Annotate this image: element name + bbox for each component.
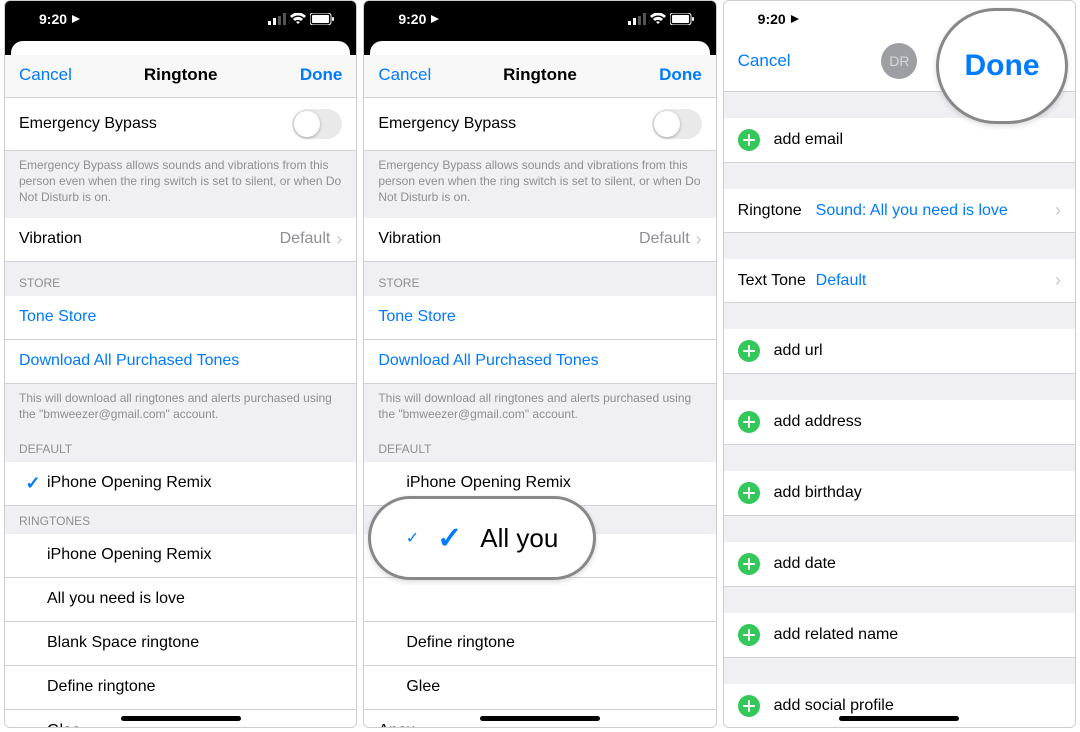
add-icon (738, 129, 760, 151)
ringtone-row[interactable]: Blank Space ringtone (5, 622, 356, 666)
done-button[interactable]: Done (282, 65, 342, 85)
checkmark-icon: ✓ (25, 473, 40, 494)
emergency-bypass-label: Emergency Bypass (19, 115, 292, 133)
ringtone-row[interactable]: iPhone Opening Remix (5, 534, 356, 578)
status-time: 9:20 (39, 11, 81, 27)
status-bar: 9:20 (5, 1, 356, 33)
checkmark-icon: ✓ (437, 521, 462, 556)
status-time: 9:20 (758, 11, 800, 27)
ringtone-row[interactable]: Define ringtone (364, 622, 715, 666)
vibration-row[interactable]: Vibration Default › (364, 218, 715, 262)
status-icons (268, 13, 334, 25)
add-related-row[interactable]: add related name (724, 613, 1075, 658)
tone-store-row[interactable]: Tone Store (364, 296, 715, 340)
cancel-button[interactable]: Cancel (738, 51, 798, 71)
store-footer: This will download all ringtones and ale… (364, 384, 715, 434)
default-header: DEFAULT (5, 434, 356, 462)
download-tones-row[interactable]: Download All Purchased Tones (5, 340, 356, 384)
add-icon (738, 695, 760, 717)
home-indicator (839, 716, 959, 721)
download-tones-row[interactable]: Download All Purchased Tones (364, 340, 715, 384)
toggle-off[interactable] (292, 109, 342, 139)
status-time: 9:20 (398, 11, 440, 27)
cancel-button[interactable]: Cancel (378, 65, 438, 85)
ringtone-row[interactable]: Ringtone Sound: All you need is love › (724, 189, 1075, 233)
store-header: STORE (364, 262, 715, 296)
add-email-row[interactable]: add email (724, 118, 1075, 163)
add-url-row[interactable]: add url (724, 329, 1075, 374)
home-indicator (121, 716, 241, 721)
nav-title: Ringtone (79, 65, 282, 85)
ringtone-row[interactable]: Define ringtone (5, 666, 356, 710)
texttone-row[interactable]: Text Tone Default › (724, 259, 1075, 303)
status-bar: 9:20 (364, 1, 715, 33)
chevron-right-icon: › (336, 229, 342, 250)
chevron-right-icon: › (1055, 270, 1061, 291)
add-icon (738, 482, 760, 504)
toggle-off[interactable] (652, 109, 702, 139)
phone-ringtone-selected: 9:20 Cancel Ringtone Done Emergency Bypa… (363, 0, 716, 728)
ringtone-row[interactable]: All you need is love (5, 578, 356, 622)
ringtone-row[interactable]: Glee (364, 666, 715, 710)
add-date-row[interactable]: add date (724, 542, 1075, 587)
nav-title: Ringtone (438, 65, 641, 85)
callout-selected-ringtone: ✓ ✓ All you (368, 496, 596, 580)
add-social-row[interactable]: add social profile (724, 684, 1075, 728)
nav-bar: Cancel Ringtone Done (364, 55, 715, 98)
phone-ringtone-default: 9:20 Cancel Ringtone Done Emergency Bypa… (4, 0, 357, 728)
bypass-footer: Emergency Bypass allows sounds and vibra… (364, 151, 715, 218)
add-birthday-row[interactable]: add birthday (724, 471, 1075, 516)
default-ringtone-row[interactable]: ✓ iPhone Opening Remix (5, 462, 356, 506)
store-footer: This will download all ringtones and ale… (5, 384, 356, 434)
ringtone-row[interactable] (364, 578, 715, 622)
store-header: STORE (5, 262, 356, 296)
checkmark-icon: ✓ (406, 528, 419, 548)
home-indicator (480, 716, 600, 721)
done-button[interactable]: Done (642, 65, 702, 85)
add-icon (738, 340, 760, 362)
callout-done: Done (936, 8, 1068, 124)
status-icons (628, 13, 694, 25)
emergency-bypass-row[interactable]: Emergency Bypass (364, 98, 715, 151)
add-icon (738, 411, 760, 433)
tone-store-row[interactable]: Tone Store (5, 296, 356, 340)
nav-bar: Cancel Ringtone Done (5, 55, 356, 98)
chevron-right-icon: › (696, 229, 702, 250)
add-icon (738, 624, 760, 646)
add-icon (738, 553, 760, 575)
emergency-bypass-row[interactable]: Emergency Bypass (5, 98, 356, 151)
add-address-row[interactable]: add address (724, 400, 1075, 445)
vibration-row[interactable]: Vibration Default › (5, 218, 356, 262)
contact-avatar[interactable]: DR (881, 43, 917, 79)
bypass-footer: Emergency Bypass allows sounds and vibra… (5, 151, 356, 218)
ringtones-header: RINGTONES (5, 506, 356, 534)
cancel-button[interactable]: Cancel (19, 65, 79, 85)
chevron-right-icon: › (1055, 200, 1061, 221)
default-header: DEFAULT (364, 434, 715, 462)
